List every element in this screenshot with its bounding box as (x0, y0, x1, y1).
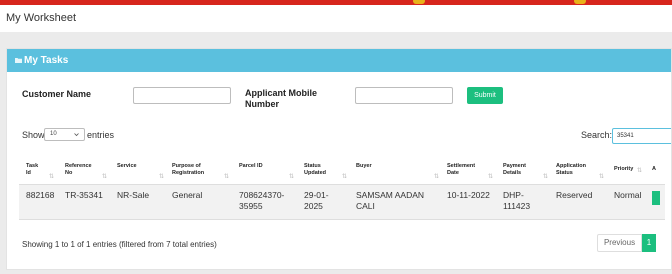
sort-icon[interactable]: ⇅ (543, 173, 548, 180)
applicant-mobile-label-line1: Applicant Mobile (245, 88, 317, 98)
customer-name-label: Customer Name (22, 89, 92, 99)
header-line: Priority (614, 166, 634, 172)
header-line: Status (304, 163, 321, 169)
sort-icon[interactable]: ⇅ (102, 173, 107, 180)
folder-icon (15, 58, 22, 63)
sort-icon[interactable]: ⇅ (159, 173, 164, 180)
header-avatar-fragment (574, 0, 586, 4)
header-line: Details (503, 169, 522, 176)
sort-icon[interactable]: ⇅ (637, 167, 642, 174)
sort-icon[interactable]: ⇅ (342, 173, 347, 180)
sort-icon[interactable]: ⇅ (599, 173, 604, 180)
page-title: My Worksheet (6, 12, 77, 24)
sort-icon[interactable]: ⇅ (488, 173, 493, 180)
header-line: Updated (304, 169, 326, 176)
cell-priority: Normal (614, 190, 642, 200)
cell-application-status: Reserved (556, 190, 593, 200)
chevron-down-icon (74, 133, 79, 137)
cell-line: 2025 (304, 201, 323, 211)
header-logo-fragment (413, 0, 425, 4)
header-line: Reference (65, 163, 92, 169)
page-header: My Worksheet (0, 5, 672, 32)
column-header-purpose[interactable]: Purpose of Registration (172, 163, 204, 176)
column-header-reference-no[interactable]: Reference No (65, 163, 92, 176)
applicant-mobile-input[interactable] (355, 87, 453, 104)
cell-settlement-date: 10-11-2022 (447, 190, 490, 200)
search-input[interactable]: 35341 (612, 128, 671, 144)
header-line: Payment (503, 163, 526, 169)
cell-buyer: SAMSAM AADAN CALI (356, 190, 424, 212)
column-header-settlement-date[interactable]: Settlement Date (447, 163, 475, 176)
sort-icon[interactable]: ⇅ (49, 173, 54, 180)
column-header-action[interactable]: A (652, 166, 656, 173)
table-info-text: Showing 1 to 1 of 1 entries (filtered fr… (22, 240, 217, 249)
cell-payment-details: DHP- 111423 (503, 190, 530, 212)
applicant-mobile-label: Applicant Mobile Number (245, 88, 317, 110)
cell-reference-no: TR-35341 (65, 190, 103, 200)
submit-button[interactable]: Submit (467, 87, 503, 104)
search-label: Search: (581, 130, 613, 140)
page-1-button[interactable]: 1 (642, 234, 656, 252)
my-tasks-panel: My Tasks Customer Name Applicant Mobile … (6, 48, 672, 270)
column-header-parcel-id[interactable]: Parcel ID (239, 163, 263, 170)
header-line: Service (117, 163, 137, 169)
header-line: Settlement (447, 163, 476, 169)
cell-line: CALI (356, 201, 375, 211)
sort-icon[interactable]: ⇅ (289, 173, 294, 180)
column-header-status-updated[interactable]: Status Updated (304, 163, 326, 176)
header-line: Id (26, 169, 31, 176)
cell-task-id: 882168 (26, 190, 55, 200)
header-line: Parcel ID (239, 163, 263, 169)
column-header-application-status[interactable]: Application Status (556, 163, 586, 176)
header-line: Date (447, 169, 459, 176)
applicant-mobile-label-line2: Number (245, 99, 280, 109)
cell-service: NR-Sale (117, 190, 150, 200)
sort-icon[interactable]: ⇅ (434, 173, 439, 180)
header-line: Buyer (356, 163, 372, 169)
column-header-service[interactable]: Service (117, 163, 137, 170)
entries-label: entries (87, 130, 115, 140)
header-line: Application (556, 163, 586, 169)
cell-status-updated: 29-01- 2025 (304, 190, 329, 212)
customer-name-input[interactable] (133, 87, 231, 104)
cell-purpose: General (172, 190, 203, 200)
cell-line: 111423 (503, 201, 531, 211)
cell-line: 708624370- (239, 190, 285, 200)
column-header-task-id[interactable]: Task Id (26, 163, 38, 176)
header-line: Purpose of (172, 163, 201, 169)
cell-line: SAMSAM AADAN (356, 190, 425, 200)
header-line: Status (556, 169, 573, 176)
sort-icon[interactable]: ⇅ (224, 173, 229, 180)
row-action-button[interactable] (652, 191, 660, 205)
table-bottom-divider (19, 219, 665, 220)
cell-parcel-id: 708624370- 35955 (239, 190, 284, 212)
entries-per-page-select[interactable]: 10 (44, 128, 85, 141)
column-header-buyer[interactable]: Buyer (356, 163, 372, 170)
column-header-payment-details[interactable]: Payment Details (503, 163, 526, 176)
panel-header: My Tasks (7, 49, 671, 72)
cell-line: DHP- (503, 190, 524, 200)
cell-line: 29-01- (304, 190, 329, 200)
header-line: Registration (172, 169, 205, 176)
panel-title: My Tasks (24, 55, 69, 66)
column-header-priority[interactable]: Priority (614, 166, 633, 173)
show-label: Show (22, 130, 45, 140)
previous-page-button[interactable]: Previous (597, 234, 642, 252)
header-line: No (65, 169, 73, 176)
cell-line: 35955 (239, 201, 263, 211)
header-line: A (652, 166, 656, 172)
header-line: Task (26, 163, 39, 169)
entries-count-value: 10 (50, 131, 57, 137)
